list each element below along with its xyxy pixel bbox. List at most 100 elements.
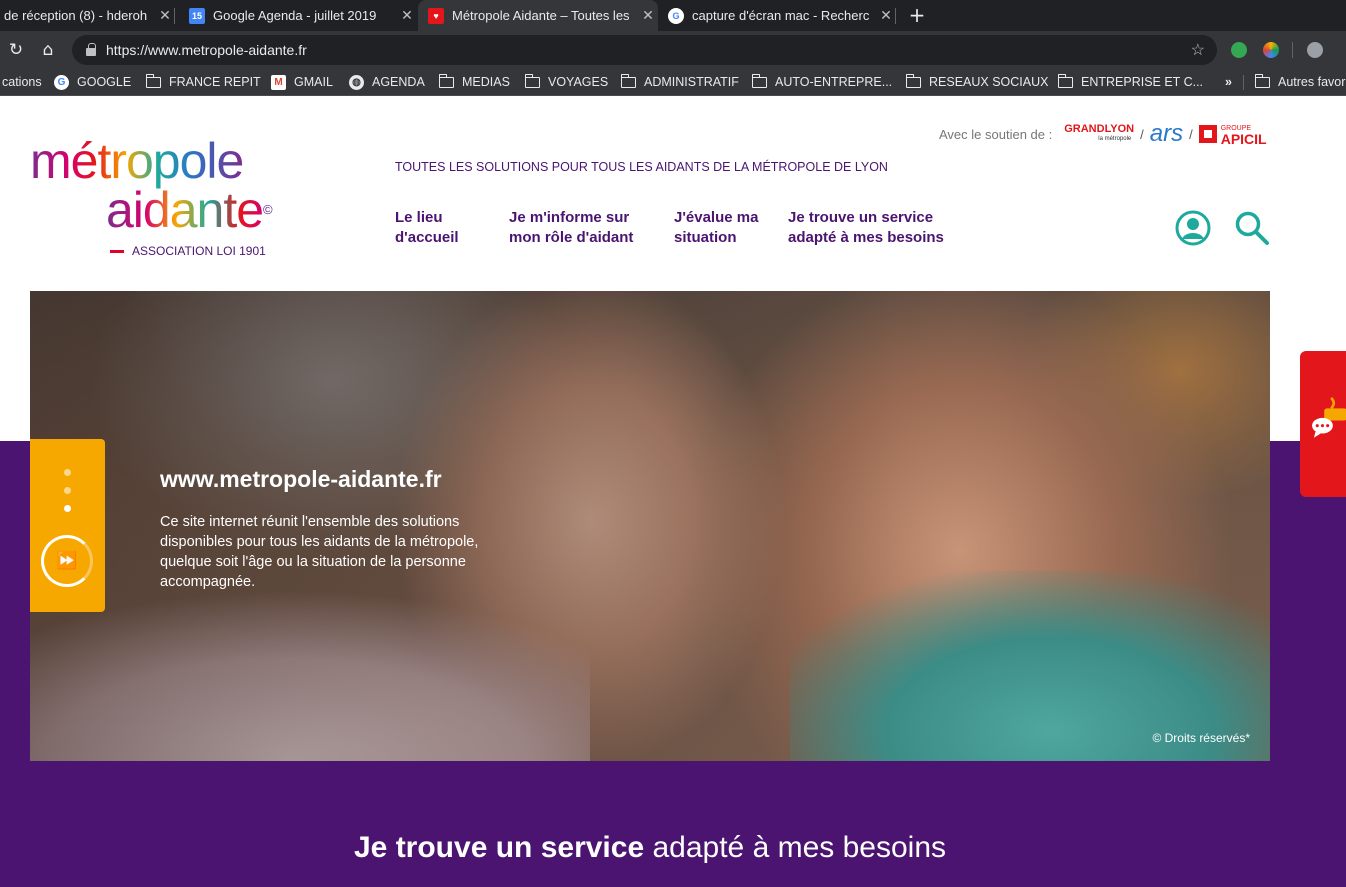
nav-je-trouve-service[interactable]: Je trouve un service adapté à mes besoin…	[788, 208, 944, 248]
bookmark-entreprise[interactable]: ENTREPRISE ET C...	[1057, 69, 1204, 95]
browser-tab-bar: de réception (8) - hderoh ✕ 15 Google Ag…	[0, 0, 1346, 31]
new-tab-button[interactable]: +	[906, 4, 928, 26]
bookmark-france-repit[interactable]: FRANCE REPIT	[145, 69, 261, 95]
gmail-icon: M	[271, 74, 286, 90]
avatar[interactable]	[1307, 42, 1323, 58]
close-icon[interactable]: ✕	[638, 7, 658, 24]
site-tagline: TOUTES LES SOLUTIONS POUR TOUS LES AIDAN…	[395, 160, 888, 174]
hero-title: www.metropole-aidante.fr	[160, 466, 442, 492]
bookmark-other[interactable]: Autres favor	[1254, 69, 1346, 95]
close-icon[interactable]: ✕	[155, 7, 175, 24]
partner-separator: /	[1140, 126, 1144, 142]
bookmark-star-icon[interactable]: ☆	[1191, 40, 1205, 60]
bookmark-voyages[interactable]: VOYAGES	[524, 69, 608, 95]
tab-separator	[174, 8, 175, 24]
nav-j-evalue[interactable]: J'évalue ma situation	[674, 208, 758, 248]
bookmarks-overflow-button[interactable]: »	[1225, 69, 1232, 95]
nav-je-m-informe[interactable]: Je m'informe sur mon rôle d'aidant	[509, 208, 633, 248]
nav-lieu-accueil[interactable]: Le lieu d'accueil	[395, 208, 459, 248]
nav-label: Je m'informe sur	[509, 209, 630, 226]
search-icon[interactable]	[1234, 210, 1270, 246]
chat-bubble-icon	[1312, 397, 1346, 438]
red-dash	[110, 249, 124, 253]
bookmark-label: GMAIL	[294, 75, 333, 89]
fast-forward-icon[interactable]: ⏩	[41, 535, 93, 587]
partner-ars[interactable]: ars	[1150, 122, 1183, 146]
lock-icon	[86, 43, 96, 56]
bookmark-label: cations	[2, 75, 42, 89]
bookmark-label: ADMINISTRATIF	[644, 75, 739, 89]
partner-grandlyon[interactable]: GRANDLYON la métropole	[1064, 124, 1134, 144]
partner-separator: /	[1189, 126, 1193, 142]
bookmark-label: MEDIAS	[462, 75, 510, 89]
bookmark-reseaux-sociaux[interactable]: RESEAUX SOCIAUX	[905, 69, 1048, 95]
close-icon[interactable]: ✕	[397, 7, 417, 24]
tab-title: de réception (8) - hderoh	[4, 8, 148, 23]
nav-label: d'accueil	[395, 229, 459, 246]
user-account-icon[interactable]	[1175, 210, 1211, 246]
globe-icon: ◍	[349, 74, 364, 90]
web-page: métropole aidante© ASSOCIATION LOI 1901 …	[0, 96, 1346, 887]
nav-label: mon rôle d'aidant	[509, 229, 634, 246]
section-title-bold: Je trouve un service	[353, 831, 645, 864]
address-bar[interactable]: https://www.metropole-aidante.fr ☆	[72, 35, 1217, 65]
google-icon: G	[668, 7, 684, 24]
tab-gmail[interactable]: de réception (8) - hderoh ✕	[0, 0, 175, 31]
hero-banner: www.metropole-aidante.fr Ce site interne…	[30, 291, 1270, 761]
extension-check-icon[interactable]	[1231, 42, 1247, 58]
nav-label: Le lieu	[395, 209, 443, 226]
slide-dot-1[interactable]	[64, 469, 71, 476]
folder-icon	[620, 73, 636, 88]
slider-control: ⏩	[30, 439, 105, 612]
support-label: Avec le soutien de :	[939, 126, 1053, 142]
section-title: Je trouve un service adapté à mes besoin…	[0, 831, 1300, 865]
tab-google-agenda[interactable]: 15 Google Agenda - juillet 2019 ✕	[180, 0, 417, 31]
bookmark-applications[interactable]: cations	[2, 69, 42, 95]
google-icon: G	[54, 74, 69, 90]
nav-label: adapté à mes besoins	[788, 229, 944, 246]
apicil-name: APICIL	[1220, 131, 1267, 147]
tab-metropole-aidante[interactable]: ♥ Métropole Aidante – Toutes les ✕	[418, 0, 658, 31]
bookmark-administratif[interactable]: ADMINISTRATIF	[620, 69, 739, 95]
bookmark-medias[interactable]: MEDIAS	[438, 69, 510, 95]
slide-dot-3[interactable]	[64, 505, 71, 512]
bookmarks-bar: cations G GOOGLE FRANCE REPIT M GMAIL ◍ AGE…	[0, 69, 1346, 96]
close-icon[interactable]: ✕	[876, 7, 896, 24]
partner-apicil[interactable]: GROUPE APICIL	[1198, 124, 1267, 147]
section-title-rest: adapté à mes besoins	[644, 831, 947, 864]
extension-color-icon[interactable]	[1263, 42, 1279, 58]
url-text: https://www.metropole-aidante.fr	[106, 42, 307, 58]
bookmark-label: GOOGLE	[77, 75, 132, 89]
home-icon[interactable]: ⌂	[35, 37, 61, 63]
bookmark-gmail[interactable]: M GMAIL	[271, 69, 333, 95]
hero-description: Ce site internet réunit l'ensemble des s…	[160, 514, 479, 590]
grandlyon-logo-text: GRANDLYON	[1064, 123, 1135, 135]
reload-icon[interactable]: ↻	[3, 37, 29, 63]
folder-icon	[905, 73, 921, 88]
logo-copyright: ©	[263, 202, 273, 217]
browser-toolbar: ↻ ⌂ https://www.metropole-aidante.fr ☆	[0, 31, 1346, 69]
bookmarks-divider	[1243, 75, 1244, 90]
nav-label: Je trouve un service	[788, 209, 934, 226]
logo-line-aidante: aidante©	[106, 185, 273, 235]
folder-icon	[524, 73, 540, 88]
bookmark-label: Autres favor	[1278, 75, 1346, 89]
folder-icon	[1057, 73, 1073, 88]
bookmark-label: AGENDA	[372, 75, 425, 89]
tab-title: Métropole Aidante – Toutes les	[452, 8, 630, 23]
tab-separator	[895, 8, 896, 24]
slide-dot-2[interactable]	[64, 487, 71, 494]
bookmark-label: ENTREPRISE ET C...	[1081, 75, 1204, 89]
chat-side-tab[interactable]	[1300, 351, 1346, 497]
association-label: ASSOCIATION LOI 1901	[132, 244, 266, 258]
tab-google-search[interactable]: G capture d'écran mac - Recherc ✕	[660, 0, 896, 31]
calendar-icon: 15	[189, 7, 205, 24]
bookmark-agenda[interactable]: ◍ AGENDA	[349, 69, 425, 95]
bookmark-google[interactable]: G GOOGLE	[54, 69, 131, 95]
folder-icon	[751, 73, 767, 88]
site-logo[interactable]: métropole aidante© ASSOCIATION LOI 1901	[30, 136, 273, 258]
folder-icon	[1254, 73, 1270, 88]
bookmark-auto-entrepreneur[interactable]: AUTO-ENTREPRE...	[751, 69, 892, 95]
partners-bar: Avec le soutien de : GRANDLYON la métrop…	[939, 122, 1267, 147]
photo-credit: © Droits réservés*	[1152, 731, 1250, 745]
